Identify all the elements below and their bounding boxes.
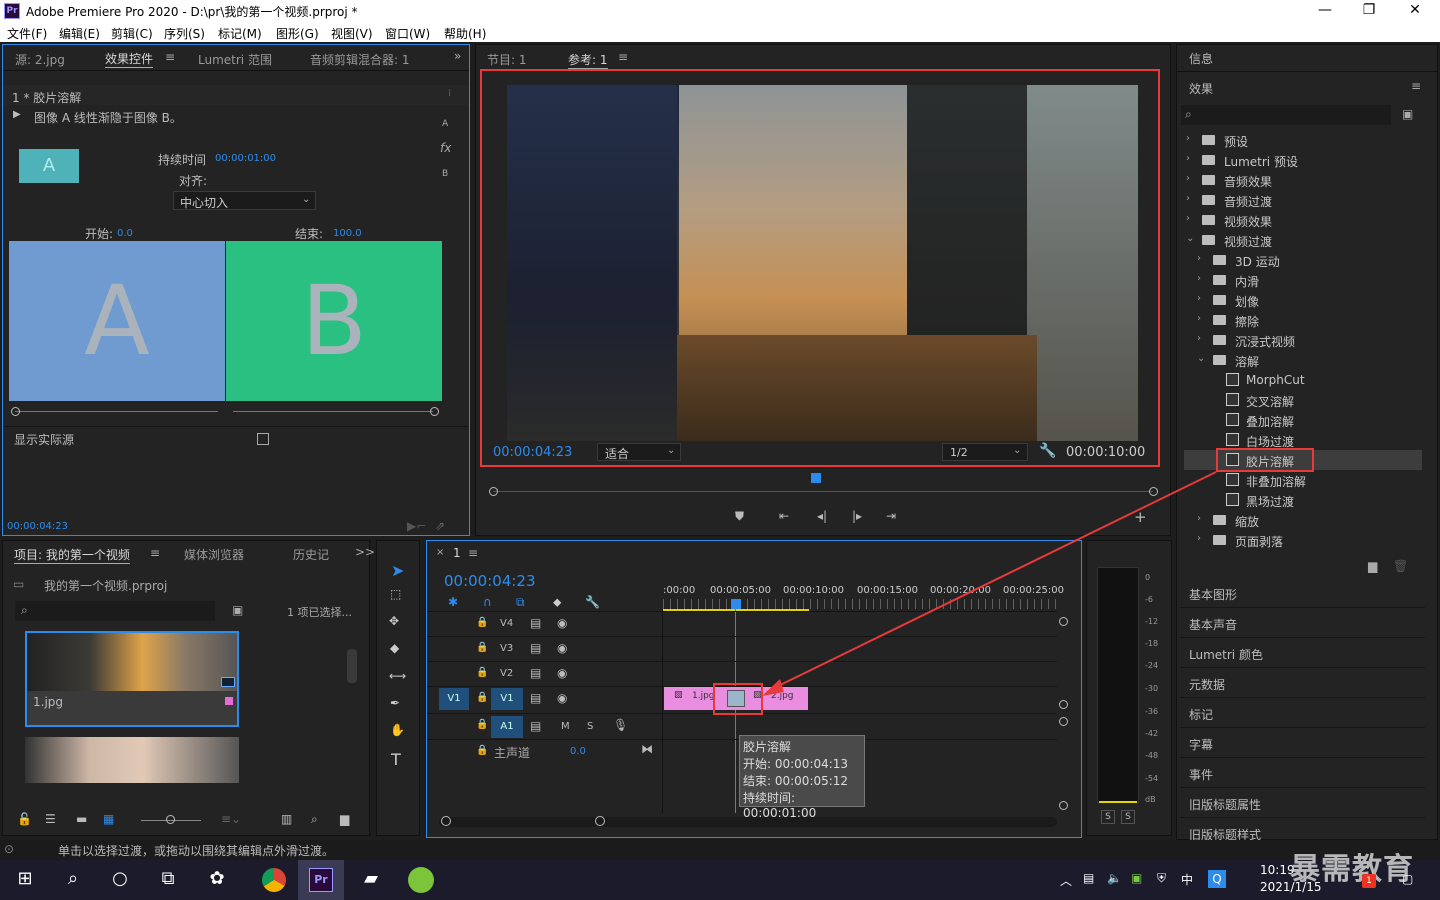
status-icon: ⊙	[4, 842, 15, 856]
volume-icon[interactable]: 🔈	[1107, 871, 1122, 885]
annotation-arrow	[762, 471, 1217, 696]
premiere-icon: Pr	[309, 868, 333, 892]
network-icon[interactable]: ▤	[1083, 871, 1094, 885]
green-app-icon[interactable]	[408, 867, 434, 893]
search-icon[interactable]: ⌕	[60, 868, 86, 892]
qq-icon[interactable]: Q	[1208, 870, 1226, 888]
premiere-taskbar-button[interactable]: Pr	[298, 860, 344, 900]
tray-chevron-icon[interactable]: ︿	[1060, 872, 1072, 889]
notification-badge: 1	[1362, 874, 1376, 888]
notepad-icon[interactable]: ▰	[358, 868, 384, 892]
status-bar: ⊙ 单击以选择过渡，或拖动以围绕其编辑点外滑过渡。	[0, 840, 1440, 860]
task-view-icon[interactable]: ⧉	[155, 868, 181, 892]
watermark-logo: 暴需教育	[1290, 852, 1414, 887]
status-text: 单击以选择过渡，或拖动以围绕其编辑点外滑过渡。	[58, 844, 335, 858]
pinwheel-app-icon[interactable]: ✿	[204, 868, 230, 892]
windows-taskbar: ⊞ ⌕ ○ ⧉ ✿ Pr ▰ ︿ ▤ 🔈 ▣ ⛨ 中 Q 10:19 2021/…	[0, 852, 1440, 900]
nvidia-icon[interactable]: ▣	[1131, 871, 1142, 885]
security-icon[interactable]: ⛨	[1157, 871, 1166, 886]
chrome-icon[interactable]	[262, 868, 286, 892]
windows-start-icon[interactable]: ⊞	[12, 868, 38, 892]
ime-indicator[interactable]: 中	[1181, 871, 1193, 888]
action-center-icon[interactable]: ▢	[1402, 872, 1413, 886]
cortana-icon[interactable]: ○	[107, 868, 133, 892]
